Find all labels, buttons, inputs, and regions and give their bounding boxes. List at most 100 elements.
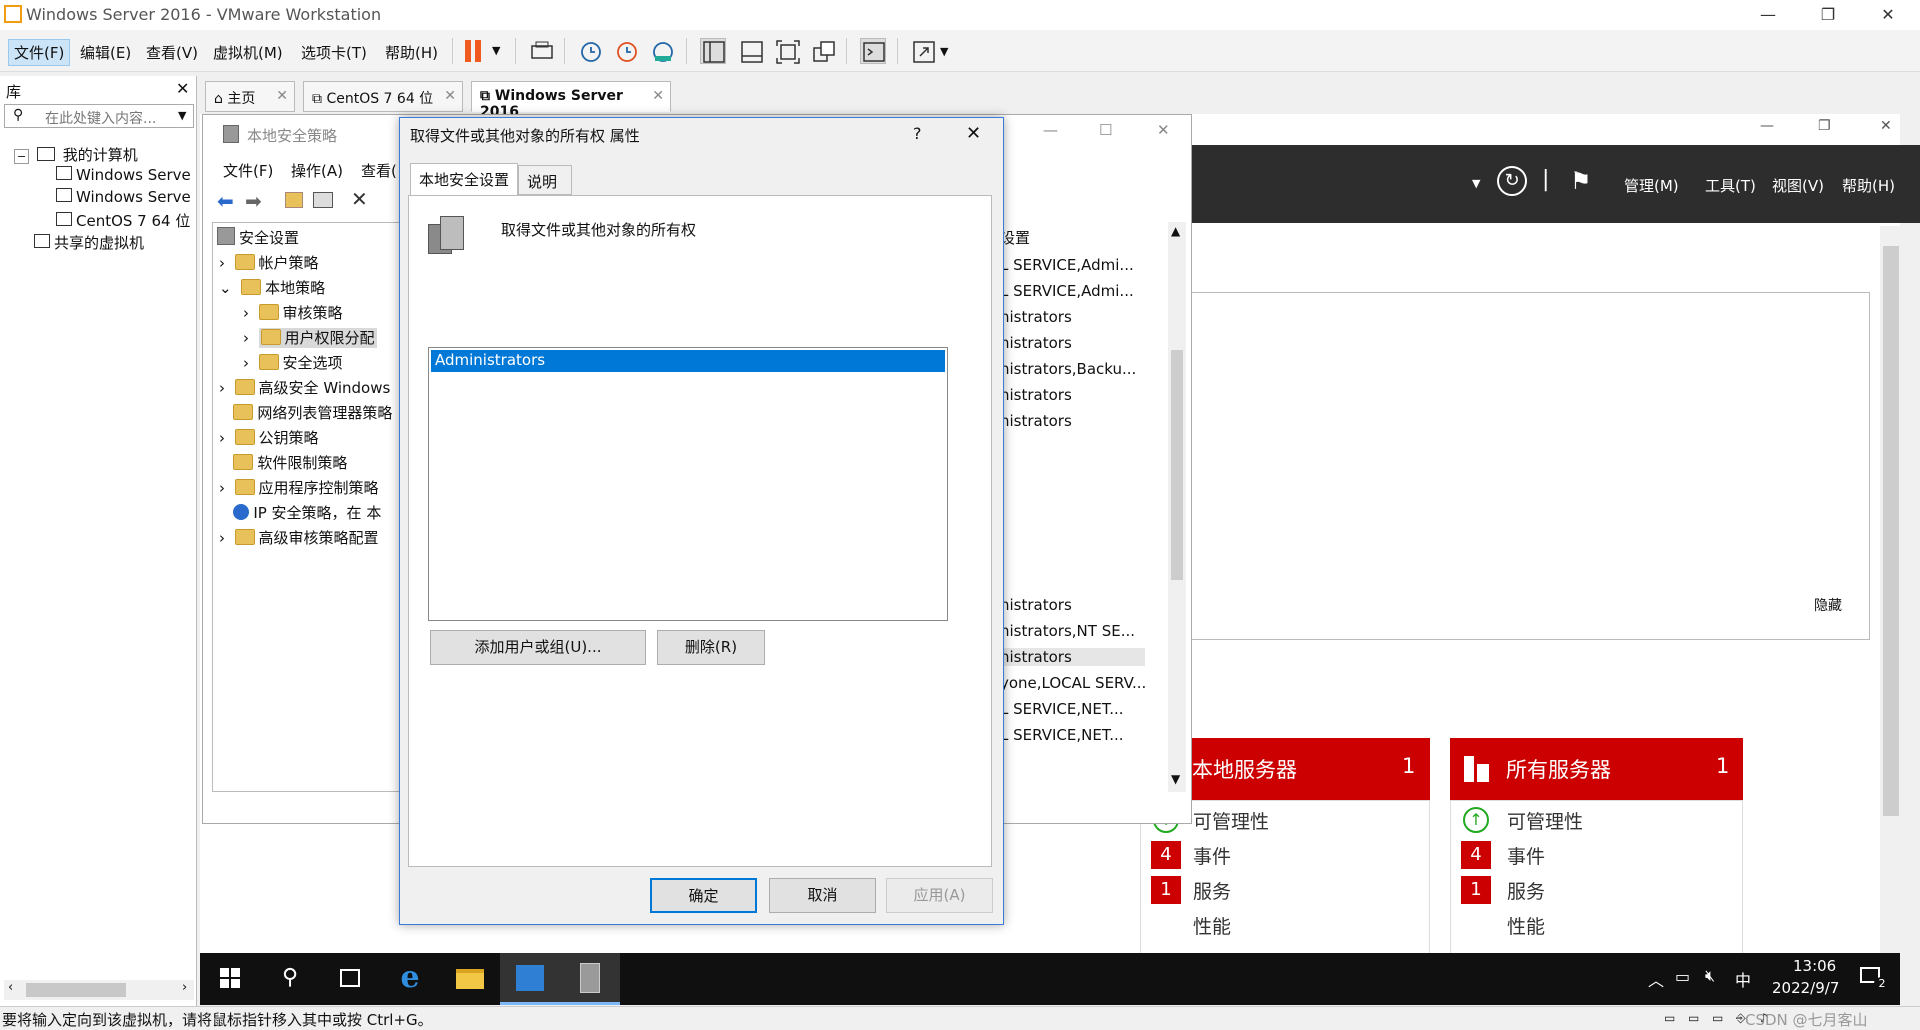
delete-icon[interactable]: ✕ xyxy=(351,187,368,211)
tab-windows-server[interactable]: ⧉ Windows Server 2016 ✕ xyxy=(471,81,671,120)
tile-row-label[interactable]: 事件 xyxy=(1507,842,1545,869)
start-button[interactable] xyxy=(200,953,260,1005)
users-listbox[interactable] xyxy=(428,347,948,621)
pause-icon[interactable] xyxy=(465,40,485,62)
list-header-setting[interactable]: 设置 xyxy=(1000,227,1030,248)
library-tree-root[interactable]: − 我的计算机 xyxy=(14,144,138,165)
tab-local-security-setting[interactable]: 本地安全设置 xyxy=(410,163,518,196)
library-close-icon[interactable]: ✕ xyxy=(176,79,189,98)
sm-menu-manage[interactable]: 管理(M) xyxy=(1624,175,1679,196)
tab-explain[interactable]: 说明 xyxy=(518,165,572,195)
minimize-button[interactable]: — xyxy=(1740,0,1796,30)
tile-row-label[interactable]: 服务 xyxy=(1193,877,1231,904)
tree-item[interactable]: ⌄ 本地策略 xyxy=(219,277,325,298)
snapshot-icon[interactable] xyxy=(577,38,603,64)
network-adapter-icon[interactable]: ▭ xyxy=(1712,1011,1723,1025)
tree-item[interactable]: IP 安全策略，在 本 xyxy=(219,502,381,523)
lsp-list-scrollbar[interactable]: ▲ ▼ xyxy=(1168,222,1186,792)
hdd-icon[interactable]: ▭ xyxy=(1664,1011,1675,1025)
list-item[interactable]: L SERVICE,Admi... xyxy=(1000,256,1134,274)
notifications-dropdown-icon[interactable]: ▼ xyxy=(1472,177,1480,190)
show-hidden-icons[interactable]: ︿ xyxy=(1648,967,1664,991)
tile-row-label[interactable]: 服务 xyxy=(1507,877,1545,904)
server-manager-close[interactable]: ✕ xyxy=(1880,118,1892,134)
local-policy-taskbar-icon[interactable] xyxy=(560,953,620,1005)
file-explorer-icon[interactable] xyxy=(440,953,500,1005)
list-item[interactable]: nistrators xyxy=(1000,412,1072,430)
lsp-minimize-button[interactable]: — xyxy=(1043,121,1058,139)
library-hscrollbar[interactable]: ‹ › xyxy=(4,980,194,1000)
volume-muted-icon[interactable]: 🔇︎ xyxy=(1705,966,1715,986)
tree-item-security-settings[interactable]: 安全设置 xyxy=(217,227,299,248)
tree-item[interactable]: › 安全选项 xyxy=(243,352,343,373)
server-manager-restore[interactable]: ❐ xyxy=(1818,118,1831,134)
sm-menu-tools[interactable]: 工具(T) xyxy=(1705,175,1756,196)
search-dropdown-icon[interactable]: ▼ xyxy=(178,109,186,122)
tree-item[interactable]: › 公钥策略 xyxy=(219,427,319,448)
tree-item[interactable]: › 高级安全 Windows xyxy=(219,377,390,398)
tile-row-label[interactable]: 可管理性 xyxy=(1507,807,1583,834)
list-item[interactable]: L SERVICE,NET... xyxy=(1000,700,1124,718)
dialog-close-button[interactable]: ✕ xyxy=(966,123,981,144)
server-manager-taskbar-icon[interactable] xyxy=(500,953,560,1005)
library-vm-item[interactable]: CentOS 7 64 位 xyxy=(56,210,190,231)
lsp-menu-file[interactable]: 文件(F) xyxy=(223,160,273,181)
lsp-close-button[interactable]: ✕ xyxy=(1157,121,1170,139)
list-item[interactable]: nistrators xyxy=(1000,334,1072,352)
network-icon[interactable]: ▭ xyxy=(1675,967,1690,986)
snapshot-manager-icon[interactable] xyxy=(649,38,675,64)
thumbnail-bar-icon[interactable] xyxy=(738,38,764,64)
apply-button[interactable]: 应用(A) xyxy=(886,878,993,913)
menu-edit[interactable]: 编辑(E) xyxy=(75,40,136,65)
full-screen-icon[interactable] xyxy=(774,38,800,64)
flag-icon[interactable]: ⚑ xyxy=(1570,167,1592,195)
tile-row-label[interactable]: 事件 xyxy=(1193,842,1231,869)
tab-home[interactable]: ⌂ 主页 ✕ xyxy=(205,81,295,112)
restore-button[interactable]: ❐ xyxy=(1800,0,1856,30)
up-folder-icon[interactable] xyxy=(285,192,303,208)
list-item[interactable]: nistrators xyxy=(1000,308,1072,326)
menu-help[interactable]: 帮助(H) xyxy=(380,40,443,65)
tree-item-selected[interactable]: › 用户权限分配 xyxy=(243,327,377,348)
lsp-menu-view[interactable]: 查看( xyxy=(361,160,397,181)
lsp-maximize-button[interactable]: ☐ xyxy=(1099,121,1112,139)
sm-menu-view[interactable]: 视图(V) xyxy=(1772,175,1824,196)
tree-item[interactable]: 网络列表管理器策略 xyxy=(219,402,392,423)
tile-row-label[interactable]: 性能 xyxy=(1507,912,1545,939)
list-item-selected[interactable]: nistrators xyxy=(1000,648,1145,666)
list-item[interactable]: nistrators,Backu... xyxy=(1000,360,1136,378)
show-library-icon[interactable] xyxy=(700,38,726,64)
tile-row-label[interactable]: 可管理性 xyxy=(1193,807,1269,834)
clock-date[interactable]: 2022/9/7 xyxy=(1772,979,1839,997)
add-user-group-button[interactable]: 添加用户或组(U)... xyxy=(430,630,646,665)
tree-item[interactable]: 软件限制策略 xyxy=(219,452,347,473)
hide-link[interactable]: 隐藏 xyxy=(1814,595,1842,615)
tab-centos[interactable]: ⧉ CentOS 7 64 位 ✕ xyxy=(303,81,463,112)
list-item[interactable]: L SERVICE,NET... xyxy=(1000,726,1124,744)
revert-snapshot-icon[interactable] xyxy=(613,38,639,64)
stretch-guest-icon[interactable] xyxy=(910,38,936,64)
task-view-icon[interactable] xyxy=(320,953,380,1005)
list-item[interactable]: nistrators,NT SE... xyxy=(1000,622,1135,640)
menu-vm[interactable]: 虚拟机(M) xyxy=(208,40,288,65)
refresh-icon[interactable]: ↻ xyxy=(1497,166,1527,196)
user-item-selected[interactable]: Administrators xyxy=(431,350,945,372)
forward-icon[interactable]: ➡ xyxy=(245,189,262,213)
tab-close-icon[interactable]: ✕ xyxy=(652,88,664,104)
back-icon[interactable]: ⬅ xyxy=(217,189,234,213)
list-item[interactable]: nistrators xyxy=(1000,596,1072,614)
show-tree-icon[interactable] xyxy=(313,192,333,208)
dialog-help-button[interactable]: ? xyxy=(913,124,922,143)
tree-item[interactable]: › 帐户策略 xyxy=(219,252,319,273)
tree-item[interactable]: › 审核策略 xyxy=(243,302,343,323)
tile-all-servers-header[interactable]: 所有服务器 1 xyxy=(1450,738,1743,800)
sm-menu-help[interactable]: 帮助(H) xyxy=(1842,175,1895,196)
tree-item[interactable]: › 高级审核策略配置 xyxy=(219,527,379,548)
tile-row-label[interactable]: 性能 xyxy=(1193,912,1231,939)
pause-dropdown-icon[interactable]: ▼ xyxy=(492,44,500,57)
tab-close-icon[interactable]: ✕ xyxy=(444,88,456,104)
lsp-menu-action[interactable]: 操作(A) xyxy=(291,160,343,181)
remove-button[interactable]: 删除(R) xyxy=(657,630,765,665)
list-item[interactable]: nistrators xyxy=(1000,386,1072,404)
menu-file[interactable]: 文件(F) xyxy=(8,39,71,66)
